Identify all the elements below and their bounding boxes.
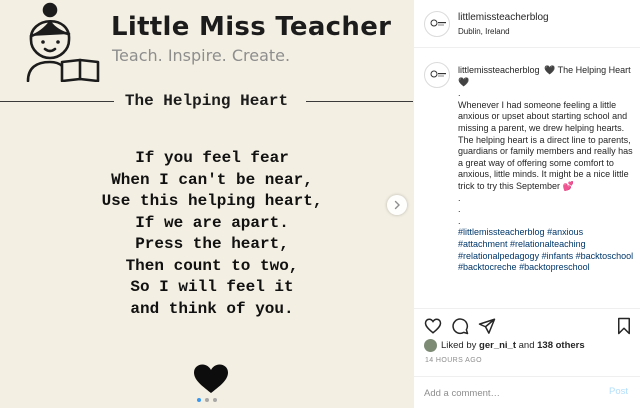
caption-text: littlemissteacherblog 🖤 The Helping Hear… [458,65,634,274]
hashtag-link[interactable]: #backtopreschool [519,262,590,272]
avatar-logo-icon [430,19,446,27]
header-username[interactable]: littlemissteacherblog [458,12,549,23]
carousel-dot [205,398,209,402]
caption-section: littlemissteacherblog 🖤 The Helping Hear… [414,50,640,308]
hashtag-link[interactable]: #littlemissteacherblog [458,227,545,237]
comment-box: Post [414,376,640,408]
post-timestamp[interactable]: 14 HOURS AGO [425,357,482,364]
comment-input[interactable] [424,385,594,401]
brand-tagline: Teach. Inspire. Create. [112,46,291,65]
liked-prefix: Liked by [441,340,477,351]
poem-line: When I can't be near, [111,170,313,189]
carousel-dot [197,398,201,402]
post-actions: Liked by ger_ni_t and 138 others 14 HOUR… [414,308,640,408]
caption-body: Whenever I had someone feeling a little … [458,99,633,191]
hashtag-link[interactable]: #infants [542,251,574,261]
poem-line: and think of you. [130,299,294,318]
poem-line: If you feel fear [135,149,289,167]
carousel-dot [213,398,217,402]
caption-dot: . [458,204,461,215]
avatar[interactable] [424,62,450,88]
carousel-next-button[interactable] [387,195,407,215]
liked-user[interactable]: ger_ni_t [479,340,516,351]
liker-avatar[interactable] [424,339,437,352]
black-heart-icon [194,364,228,393]
hashtag-link[interactable]: #backtocreche [458,262,517,272]
hashtag-link[interactable]: #backtoschool [576,251,634,261]
poem: If you feel fear When I can't be near, U… [0,148,413,320]
hashtag-link[interactable]: #anxious [547,227,583,237]
teacher-logo-icon [26,2,100,82]
hashtag-link[interactable]: #relationalteaching [510,239,586,249]
caption-dot: . [458,88,461,99]
chevron-right-icon [394,200,400,210]
liked-mid: and [518,340,535,351]
header-location[interactable]: Dublin, Ireland [458,27,510,36]
caption-dot: . [458,215,461,226]
bookmark-icon[interactable] [615,317,633,335]
post-side-panel: littlemissteacherblog Dublin, Ireland li… [413,0,640,408]
avatar-logo-icon [430,70,446,78]
paper-plane-icon[interactable] [478,317,496,335]
poem-line: So I will feel it [130,278,294,296]
liked-others[interactable]: 138 others [537,340,585,351]
hashtag-link[interactable]: #attachment [458,239,508,249]
hashtag-link[interactable]: #relationalpedagogy [458,251,539,261]
poem-line: Press the heart, [135,235,289,253]
carousel-dots [197,398,217,402]
post-comment-button[interactable]: Post [609,386,628,397]
post-header: littlemissteacherblog Dublin, Ireland [414,0,640,48]
heart-outline-icon[interactable] [424,317,442,335]
caption-username[interactable]: littlemissteacherblog [458,65,540,75]
poem-line: Use this helping heart, [101,192,323,210]
hashtags: #littlemissteacherblog #anxious #attachm… [458,227,634,273]
poem-line: Then count to two, [125,256,299,275]
post-image[interactable]: Little Miss Teacher Teach. Inspire. Crea… [0,0,413,408]
avatar[interactable] [424,11,450,37]
poem-title: The Helping Heart [124,92,289,110]
likes-summary: Liked by ger_ni_t and 138 others [424,339,585,352]
comment-icon[interactable] [451,317,469,335]
poem-line: If we are apart. [135,213,289,232]
caption-dot: . [458,192,461,203]
brand-title: Little Miss Teacher [111,12,392,42]
